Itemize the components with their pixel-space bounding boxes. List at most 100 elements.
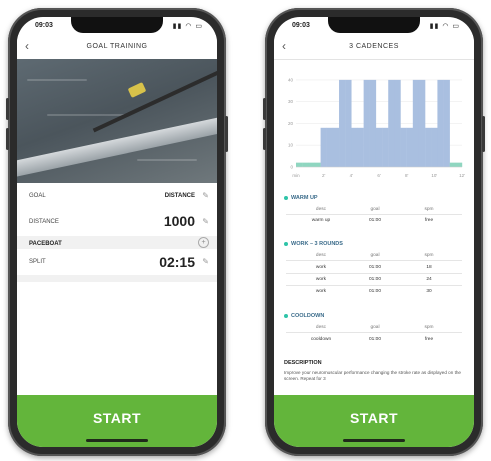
nav-bar: ‹ 3 CADENCES	[274, 35, 474, 60]
chart-bar	[339, 79, 346, 167]
y-tick-label: 20	[288, 121, 294, 126]
chart-bar	[320, 127, 327, 167]
volume-button	[6, 128, 9, 150]
cadence-chart: 40 30 20 10 0 min 2' 4' 6' 8' 10' 12'	[288, 77, 465, 178]
distance-label: DISTANCE	[29, 219, 59, 225]
chart-bar	[382, 127, 389, 167]
x-tick-label: 12'	[459, 173, 465, 178]
cell: 01:00	[368, 337, 381, 342]
header-spm: spm	[424, 253, 434, 258]
cadences-screen: 09:03 ▮▮ ◠ ▭ ‹ 3 CADENCES 40 30 20 10 0 min 2'…	[274, 17, 474, 447]
dot-icon	[284, 241, 288, 246]
cell: free	[424, 218, 434, 223]
nav-bar: ‹ GOAL TRAINING	[17, 35, 217, 60]
distance-value: 1000	[163, 213, 195, 229]
chart-bar	[400, 127, 407, 167]
header-desc: desc	[315, 253, 327, 258]
cell: warm up	[311, 218, 331, 223]
goal-row[interactable]: GOAL DISTANCE ✎	[17, 189, 217, 203]
add-icon[interactable]: +	[198, 237, 209, 248]
cell: 01:00	[368, 289, 381, 294]
status-time: 09:03	[35, 22, 53, 29]
header-spm: spm	[424, 207, 434, 212]
goal-value: DISTANCE	[164, 193, 195, 199]
cell: 18	[426, 265, 432, 270]
x-tick-label: 2'	[322, 173, 326, 178]
volume-button	[6, 98, 9, 120]
y-tick-label: 30	[288, 99, 294, 104]
x-tick-label: 10'	[431, 173, 437, 178]
chart-bar	[296, 162, 303, 167]
chart-bar	[357, 127, 364, 167]
header-spm: spm	[424, 325, 434, 330]
cell: 24	[426, 277, 432, 282]
y-tick-label: 10	[288, 143, 294, 148]
warmup-title: WARM UP	[284, 195, 318, 201]
chart-bar	[388, 79, 395, 167]
paceboat-label: PACEBOAT	[29, 241, 62, 247]
dot-icon	[284, 313, 288, 318]
x-tick-label: 8'	[405, 173, 409, 178]
volume-button	[263, 98, 266, 120]
chart-bar	[375, 127, 383, 167]
split-row[interactable]: SPLIT 02:15 ✎	[17, 249, 217, 275]
status-time: 09:03	[292, 22, 310, 29]
cell: 30	[426, 289, 432, 294]
edit-icon[interactable]: ✎	[202, 257, 209, 266]
cell: work	[315, 277, 327, 282]
chart-bar	[406, 127, 414, 167]
split-value: 02:15	[159, 254, 195, 270]
rowing-photo	[17, 59, 217, 183]
x-tick-label: min	[292, 173, 300, 178]
power-button	[482, 116, 485, 152]
chart-bar	[437, 79, 444, 167]
work-title: WORK – 3 ROUNDS	[284, 241, 343, 247]
cell: work	[315, 265, 327, 270]
chart-bar	[332, 127, 340, 167]
y-tick-label: 40	[288, 77, 294, 82]
power-button	[225, 116, 228, 152]
chart-bar	[431, 127, 438, 167]
x-tick-label: 6'	[377, 173, 381, 178]
chart-bar	[351, 127, 358, 167]
chart-bar	[314, 162, 321, 167]
chart-bar	[363, 79, 370, 167]
chart-bar	[455, 162, 463, 167]
phone-left: 09:03 ▮▮ ◠ ▭ ‹ GOAL TRAINING GOAL DISTAN…	[6, 8, 228, 456]
page-title: GOAL TRAINING	[86, 43, 148, 50]
header-goal: goal	[370, 325, 380, 330]
header-goal: goal	[370, 207, 380, 212]
header-desc: desc	[315, 325, 327, 330]
x-tick-label: 4'	[350, 173, 354, 178]
work-title-text: WORK – 3 ROUNDS	[291, 241, 343, 247]
home-indicator	[86, 439, 148, 442]
chart-bar	[412, 79, 420, 167]
distance-row[interactable]: DISTANCE 1000 ✎	[17, 211, 217, 233]
phone-right: 09:03 ▮▮ ◠ ▭ ‹ 3 CADENCES 40 30 20 10 0 min 2'…	[263, 8, 485, 456]
edit-icon[interactable]: ✎	[202, 191, 209, 200]
home-indicator	[343, 439, 405, 442]
goal-label: GOAL	[29, 193, 46, 199]
chart-bar	[394, 79, 401, 167]
chart-bar	[308, 162, 315, 167]
chart-bar	[443, 79, 450, 167]
page-title: 3 CADENCES	[349, 43, 399, 50]
cell: free	[424, 337, 434, 342]
cell: 01:00	[368, 218, 381, 223]
chart-bar	[369, 79, 377, 167]
header-desc: desc	[315, 207, 327, 212]
description-title: DESCRIPTION	[284, 360, 322, 366]
y-tick-label: 0	[290, 165, 293, 170]
header-goal: goal	[370, 253, 380, 258]
warmup-title-text: WARM UP	[291, 195, 318, 201]
cooldown-title-text: COOLDOWN	[291, 313, 325, 319]
chart-bar	[302, 162, 309, 167]
chart-bar	[418, 79, 426, 167]
volume-button	[263, 128, 266, 150]
status-icons: ▮▮ ◠ ▭	[172, 23, 203, 30]
edit-icon[interactable]: ✎	[202, 217, 209, 226]
notch	[328, 17, 420, 33]
notch	[71, 17, 163, 33]
chart-bar	[449, 162, 457, 167]
cell: 01:00	[368, 277, 381, 282]
